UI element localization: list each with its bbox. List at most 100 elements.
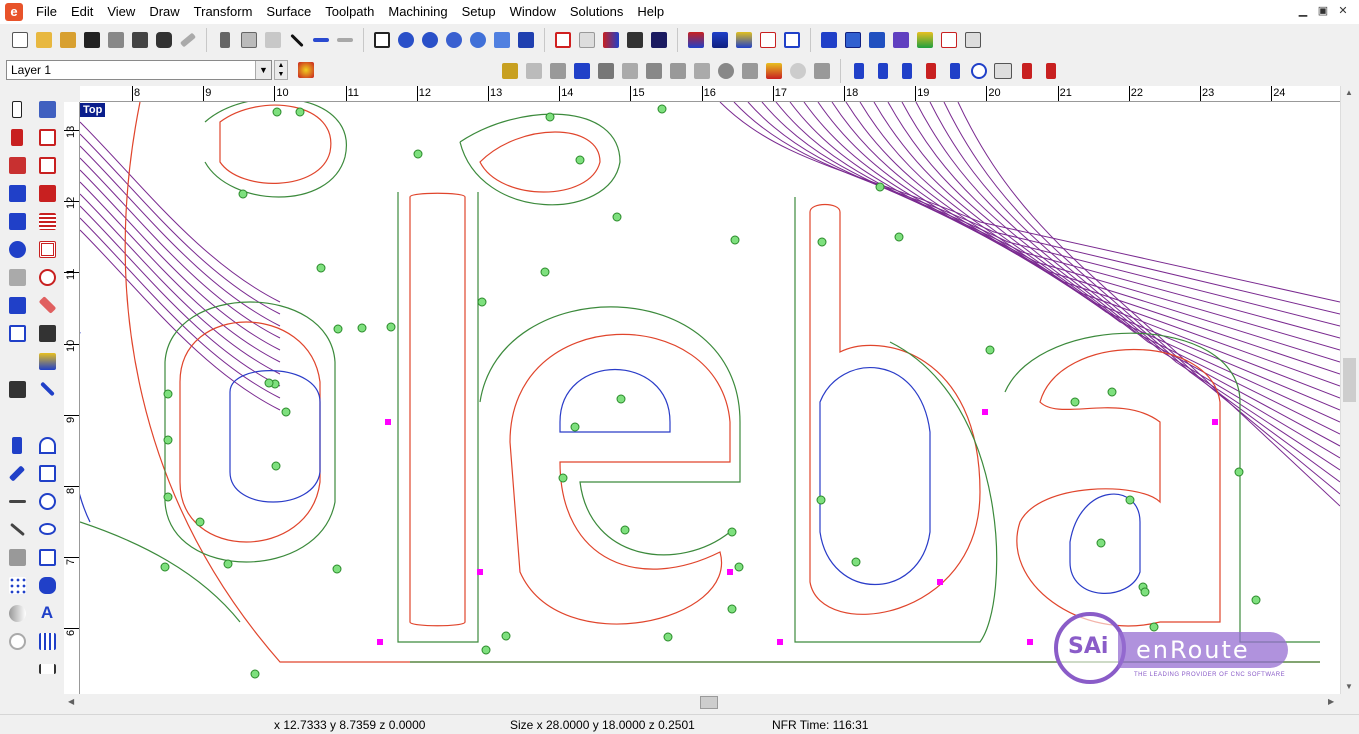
merge-tool[interactable] <box>4 236 30 262</box>
node-1-button[interactable] <box>847 59 871 83</box>
tp-2-button[interactable] <box>522 59 546 83</box>
save-button[interactable] <box>80 28 104 52</box>
layers-yellow-button[interactable] <box>732 28 756 52</box>
drawing-canvas[interactable] <box>80 102 1340 694</box>
grid-tool[interactable] <box>34 180 60 206</box>
zoom-out-button[interactable] <box>418 28 442 52</box>
setup-5-button[interactable] <box>913 28 937 52</box>
node-2-button[interactable] <box>871 59 895 83</box>
cut-button[interactable] <box>213 28 237 52</box>
setup-2-button[interactable] <box>841 28 865 52</box>
horizontal-scroll-thumb[interactable] <box>700 696 718 709</box>
view-frame-button[interactable] <box>551 28 575 52</box>
setup-7-button[interactable] <box>961 28 985 52</box>
report-button[interactable] <box>599 28 623 52</box>
fill-tool[interactable] <box>34 348 60 374</box>
library-button[interactable] <box>623 28 647 52</box>
node-8-button[interactable] <box>1015 59 1039 83</box>
polyline-tool[interactable] <box>4 488 30 514</box>
node-4-button[interactable] <box>919 59 943 83</box>
circle-tool[interactable] <box>34 488 60 514</box>
intersect-tool[interactable] <box>34 264 60 290</box>
snap-grid-tool[interactable] <box>34 628 60 654</box>
tp-6-button[interactable] <box>618 59 642 83</box>
menu-file[interactable]: File <box>29 1 64 23</box>
setup-1-button[interactable] <box>817 28 841 52</box>
array-tool[interactable] <box>34 152 60 178</box>
undo-button[interactable] <box>309 28 333 52</box>
open-folder-button[interactable] <box>56 28 80 52</box>
menu-toolpath[interactable]: Toolpath <box>318 1 381 23</box>
redo-button[interactable] <box>333 28 357 52</box>
node-edit-tool[interactable] <box>4 432 30 458</box>
dots-tool[interactable] <box>4 572 30 598</box>
layers-red-button[interactable] <box>684 28 708 52</box>
tp-11-button[interactable] <box>738 59 762 83</box>
tp-12-button[interactable] <box>762 59 786 83</box>
open-file-button[interactable] <box>32 28 56 52</box>
bookmark-button[interactable] <box>647 28 671 52</box>
node-5-button[interactable] <box>943 59 967 83</box>
tp-3-button[interactable] <box>546 59 570 83</box>
tp-8-button[interactable] <box>666 59 690 83</box>
align-tool[interactable] <box>34 124 60 150</box>
spin-up-icon[interactable]: ▲ <box>275 61 287 70</box>
node-7-button[interactable] <box>991 59 1015 83</box>
node-6-button[interactable] <box>967 59 991 83</box>
menu-edit[interactable]: Edit <box>64 1 100 23</box>
camera-button[interactable] <box>152 28 176 52</box>
mirror-tool[interactable] <box>4 208 30 234</box>
zoom-window-button[interactable] <box>370 28 394 52</box>
dimension-tool[interactable] <box>34 656 60 682</box>
menu-solutions[interactable]: Solutions <box>563 1 630 23</box>
scale-tool[interactable] <box>4 152 30 178</box>
line-tool[interactable] <box>4 516 30 542</box>
layers-blue-button[interactable] <box>708 28 732 52</box>
arc-tool[interactable] <box>34 432 60 458</box>
new-file-button[interactable] <box>8 28 32 52</box>
star-tool[interactable] <box>34 572 60 598</box>
tp-13-button[interactable] <box>786 59 810 83</box>
measure-button[interactable] <box>176 28 200 52</box>
weld-tool[interactable] <box>4 264 30 290</box>
node-3-button[interactable] <box>895 59 919 83</box>
zoom-previous-button[interactable] <box>466 28 490 52</box>
view-copy-button[interactable] <box>575 28 599 52</box>
scroll-up-icon[interactable]: ▲ <box>1345 88 1353 97</box>
box-tool[interactable] <box>4 544 30 570</box>
menu-machining[interactable]: Machining <box>381 1 454 23</box>
scroll-left-icon[interactable]: ◀ <box>68 697 74 706</box>
chevron-down-icon[interactable]: ▼ <box>255 61 271 79</box>
app-logo-icon[interactable]: e <box>5 3 23 21</box>
tp-14-button[interactable] <box>810 59 834 83</box>
tp-4-button[interactable] <box>570 59 594 83</box>
target-tool[interactable] <box>4 628 30 654</box>
lines-tool[interactable] <box>34 208 60 234</box>
node-9-button[interactable] <box>1039 59 1063 83</box>
paste-button[interactable] <box>261 28 285 52</box>
pan-button[interactable] <box>514 28 538 52</box>
delete-button[interactable] <box>285 28 309 52</box>
zoom-selected-button[interactable] <box>490 28 514 52</box>
polygon-tool[interactable] <box>34 544 60 570</box>
menu-setup[interactable]: Setup <box>455 1 503 23</box>
restore-button[interactable]: ▣ <box>1315 4 1331 18</box>
layer-select-button[interactable] <box>756 28 780 52</box>
tp-7-button[interactable] <box>642 59 666 83</box>
minimize-button[interactable]: ▁ <box>1295 4 1311 18</box>
rotate-tool[interactable] <box>4 180 30 206</box>
menu-transform[interactable]: Transform <box>187 1 260 23</box>
setup-3-button[interactable] <box>865 28 889 52</box>
rectangle-tool[interactable] <box>34 460 60 486</box>
offset-tool[interactable] <box>34 236 60 262</box>
layer-tool[interactable] <box>34 96 60 122</box>
tp-9-button[interactable] <box>690 59 714 83</box>
zoom-extents-button[interactable] <box>442 28 466 52</box>
horizontal-scrollbar[interactable]: ◀ ▶ <box>64 694 1340 711</box>
menu-window[interactable]: Window <box>503 1 563 23</box>
menu-surface[interactable]: Surface <box>259 1 318 23</box>
pen-tool[interactable] <box>4 460 30 486</box>
scroll-right-icon[interactable]: ▶ <box>1328 697 1334 706</box>
text-tool[interactable]: A <box>34 600 60 626</box>
select-tool[interactable] <box>4 96 30 122</box>
